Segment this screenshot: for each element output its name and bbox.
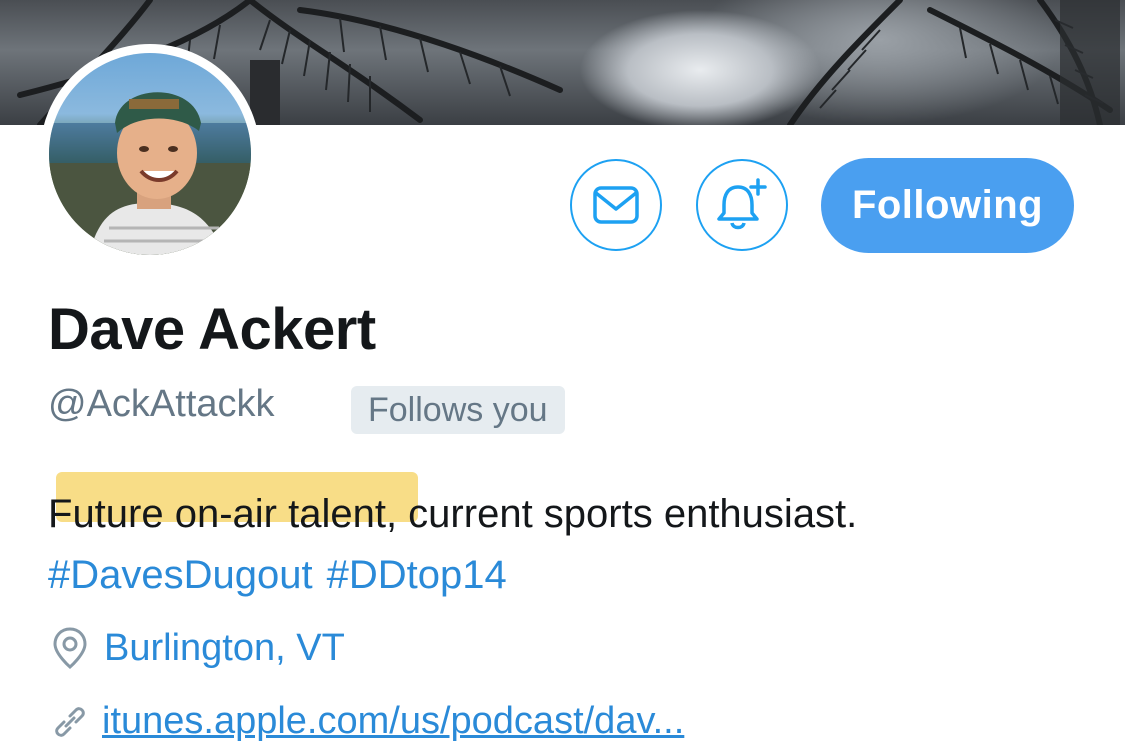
user-handle: @AckAttackk [48,383,275,425]
location-row: Burlington, VT [52,626,345,670]
location-text: Burlington, VT [104,626,345,669]
avatar-photo [49,53,251,255]
message-button[interactable] [570,159,662,251]
website-row: itunes.apple.com/us/podcast/dav... [50,700,684,743]
bio-text-prefix: F [48,492,73,536]
bio-hashtags: #DavesDugout #DDtop14 [48,545,1108,606]
following-button[interactable]: Following [821,158,1074,253]
follows-you-badge: Follows you [351,386,565,434]
bio-text-suffix: t, current sports enthusiast. [374,492,858,536]
link-icon [55,706,85,737]
bio: Future on-air talent, current sports ent… [48,484,1108,606]
bio-text: Future on-air talent, current sports ent… [48,484,1108,545]
bell-plus-icon [717,178,767,230]
bio-text-highlighted: uture on-air talen [72,492,375,536]
hashtag-ddtop14[interactable]: #DDtop14 [327,553,507,597]
envelope-icon [593,186,639,224]
hashtag-davesdugout[interactable]: #DavesDugout [48,553,313,597]
avatar[interactable] [40,44,260,264]
display-name: Dave Ackert [48,297,376,362]
website-link[interactable]: itunes.apple.com/us/podcast/dav... [102,700,684,743]
notifications-button[interactable] [696,159,788,251]
location-pin-icon [53,627,87,669]
